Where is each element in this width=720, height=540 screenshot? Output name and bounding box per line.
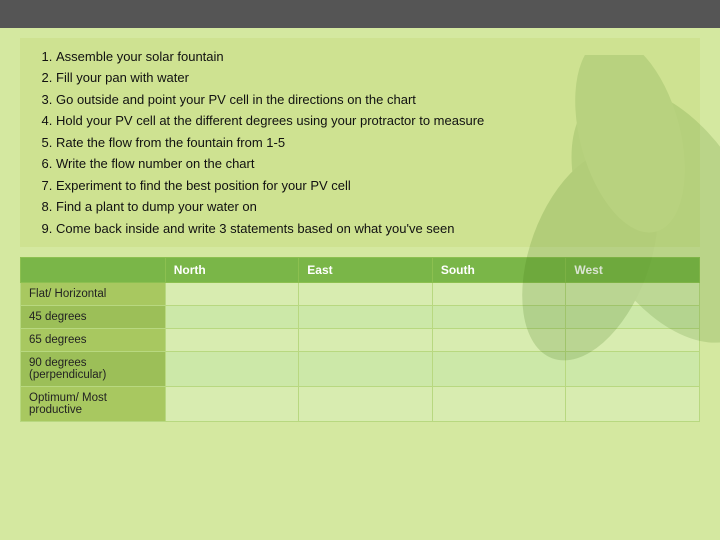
data-cell-r4-c3[interactable] <box>566 386 700 421</box>
data-cell-r1-c1[interactable] <box>299 305 433 328</box>
header <box>0 0 720 28</box>
col-header-1: North <box>165 257 299 282</box>
row-label-3: 90 degrees (perpendicular) <box>21 351 166 386</box>
col-header-3: South <box>432 257 566 282</box>
page-wrapper: Assemble your solar fountainFill your pa… <box>0 0 720 540</box>
table-header: NorthEastSouthWest <box>21 257 700 282</box>
row-label-4: Optimum/ Most productive <box>21 386 166 421</box>
data-cell-r4-c2[interactable] <box>432 386 566 421</box>
row-label-0: Flat/ Horizontal <box>21 282 166 305</box>
data-cell-r3-c0[interactable] <box>165 351 299 386</box>
table-row: 45 degrees <box>21 305 700 328</box>
data-cell-r0-c0[interactable] <box>165 282 299 305</box>
instruction-item-6: Write the flow number on the chart <box>56 153 684 174</box>
instruction-item-4: Hold your PV cell at the different degre… <box>56 110 684 131</box>
instruction-item-3: Go outside and point your PV cell in the… <box>56 89 684 110</box>
table-row: Flat/ Horizontal <box>21 282 700 305</box>
data-cell-r0-c2[interactable] <box>432 282 566 305</box>
table-row: Optimum/ Most productive <box>21 386 700 421</box>
data-cell-r2-c2[interactable] <box>432 328 566 351</box>
data-cell-r2-c1[interactable] <box>299 328 433 351</box>
instruction-item-7: Experiment to find the best position for… <box>56 175 684 196</box>
data-cell-r1-c0[interactable] <box>165 305 299 328</box>
instruction-item-1: Assemble your solar fountain <box>56 46 684 67</box>
data-cell-r0-c3[interactable] <box>566 282 700 305</box>
data-cell-r3-c2[interactable] <box>432 351 566 386</box>
data-cell-r0-c1[interactable] <box>299 282 433 305</box>
instruction-item-2: Fill your pan with water <box>56 67 684 88</box>
instruction-item-9: Come back inside and write 3 statements … <box>56 218 684 239</box>
data-cell-r1-c3[interactable] <box>566 305 700 328</box>
data-cell-r3-c3[interactable] <box>566 351 700 386</box>
content-area: Assemble your solar fountainFill your pa… <box>0 28 720 432</box>
data-cell-r2-c0[interactable] <box>165 328 299 351</box>
col-header-0 <box>21 257 166 282</box>
data-cell-r4-c1[interactable] <box>299 386 433 421</box>
table-header-row: NorthEastSouthWest <box>21 257 700 282</box>
data-table: NorthEastSouthWest Flat/ Horizontal45 de… <box>20 257 700 422</box>
instructions-list: Assemble your solar fountainFill your pa… <box>36 46 684 239</box>
data-cell-r4-c0[interactable] <box>165 386 299 421</box>
table-row: 65 degrees <box>21 328 700 351</box>
col-header-4: West <box>566 257 700 282</box>
instruction-item-8: Find a plant to dump your water on <box>56 196 684 217</box>
data-cell-r2-c3[interactable] <box>566 328 700 351</box>
data-cell-r1-c2[interactable] <box>432 305 566 328</box>
table-row: 90 degrees (perpendicular) <box>21 351 700 386</box>
row-label-2: 65 degrees <box>21 328 166 351</box>
col-header-2: East <box>299 257 433 282</box>
instruction-item-5: Rate the flow from the fountain from 1-5 <box>56 132 684 153</box>
instructions-section: Assemble your solar fountainFill your pa… <box>20 38 700 247</box>
data-cell-r3-c1[interactable] <box>299 351 433 386</box>
table-body: Flat/ Horizontal45 degrees65 degrees90 d… <box>21 282 700 421</box>
row-label-1: 45 degrees <box>21 305 166 328</box>
